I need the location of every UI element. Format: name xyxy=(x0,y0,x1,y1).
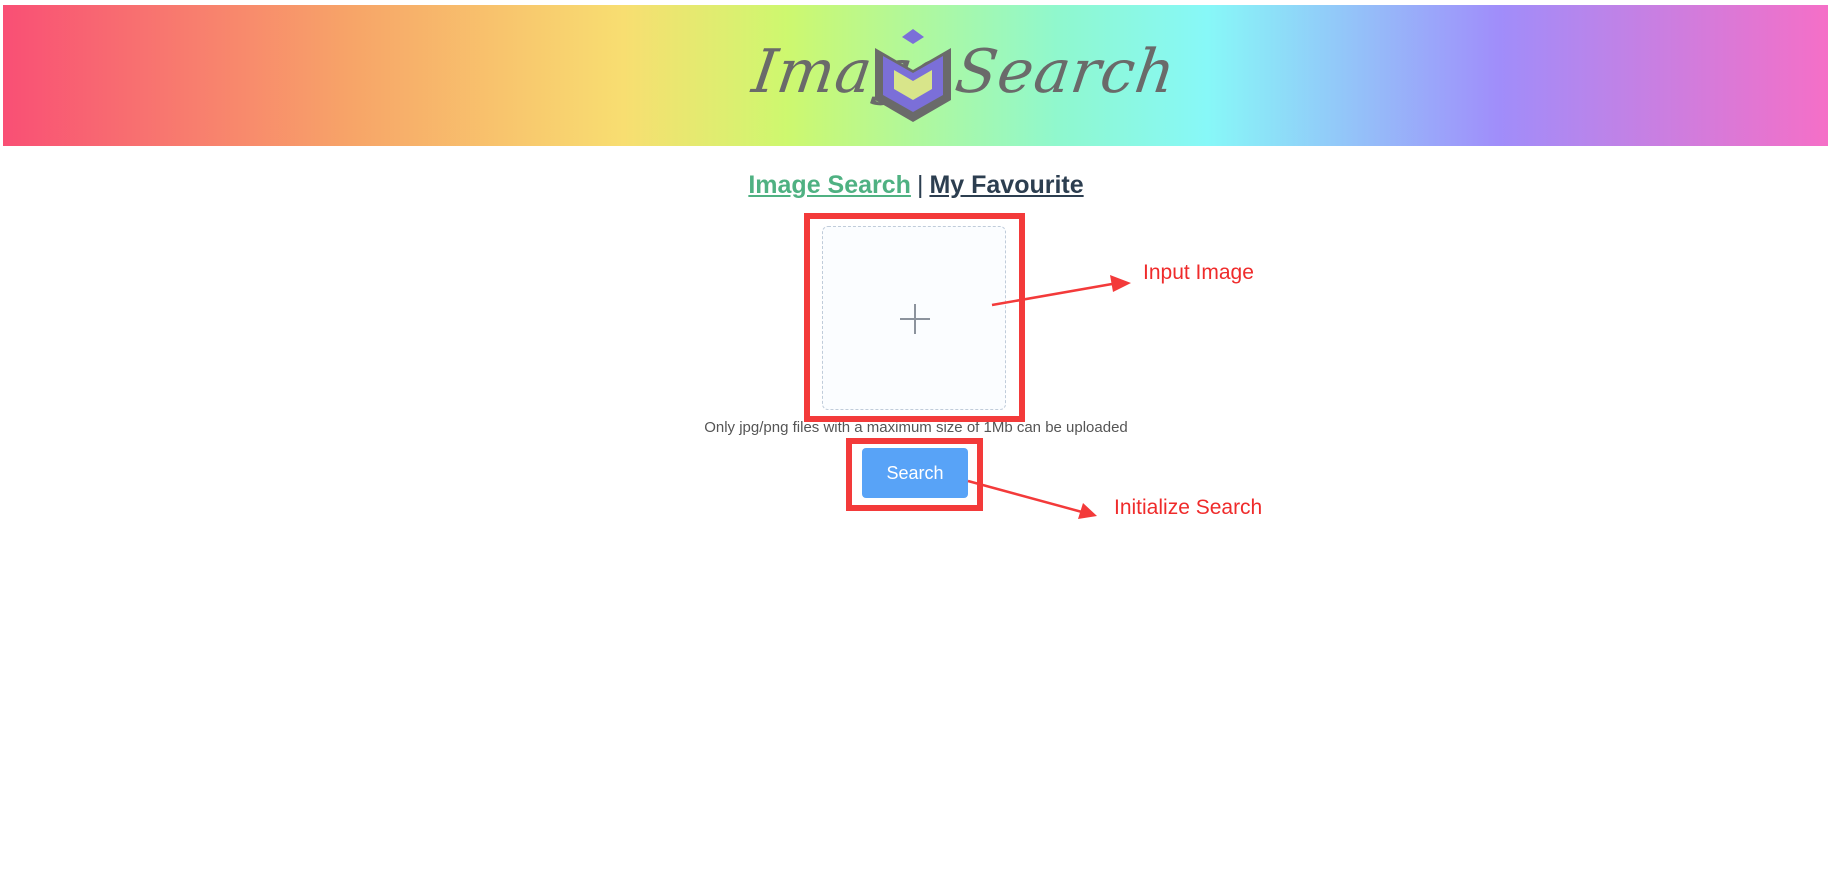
annotation-box-search xyxy=(846,438,983,511)
page: Image Search Image Search | My Favourite O… xyxy=(0,0,1832,870)
nav-bar: Image Search | My Favourite xyxy=(0,168,1832,202)
logo-text-search: Search xyxy=(951,37,1181,107)
nav-link-my-favourite[interactable]: My Favourite xyxy=(929,171,1083,199)
annotation-box-input-image xyxy=(804,213,1025,422)
annotation-label-initialize-search: Initialize Search xyxy=(1114,496,1263,519)
nav-separator: | xyxy=(916,171,924,199)
logo[interactable]: Image Search xyxy=(748,23,1180,129)
annotation-label-input-image: Input Image xyxy=(1143,261,1254,284)
cube-logo-icon xyxy=(875,29,951,122)
nav-link-image-search[interactable]: Image Search xyxy=(748,171,911,199)
arrow-initialize-search xyxy=(967,479,1097,519)
header-banner: Image Search xyxy=(3,5,1828,146)
